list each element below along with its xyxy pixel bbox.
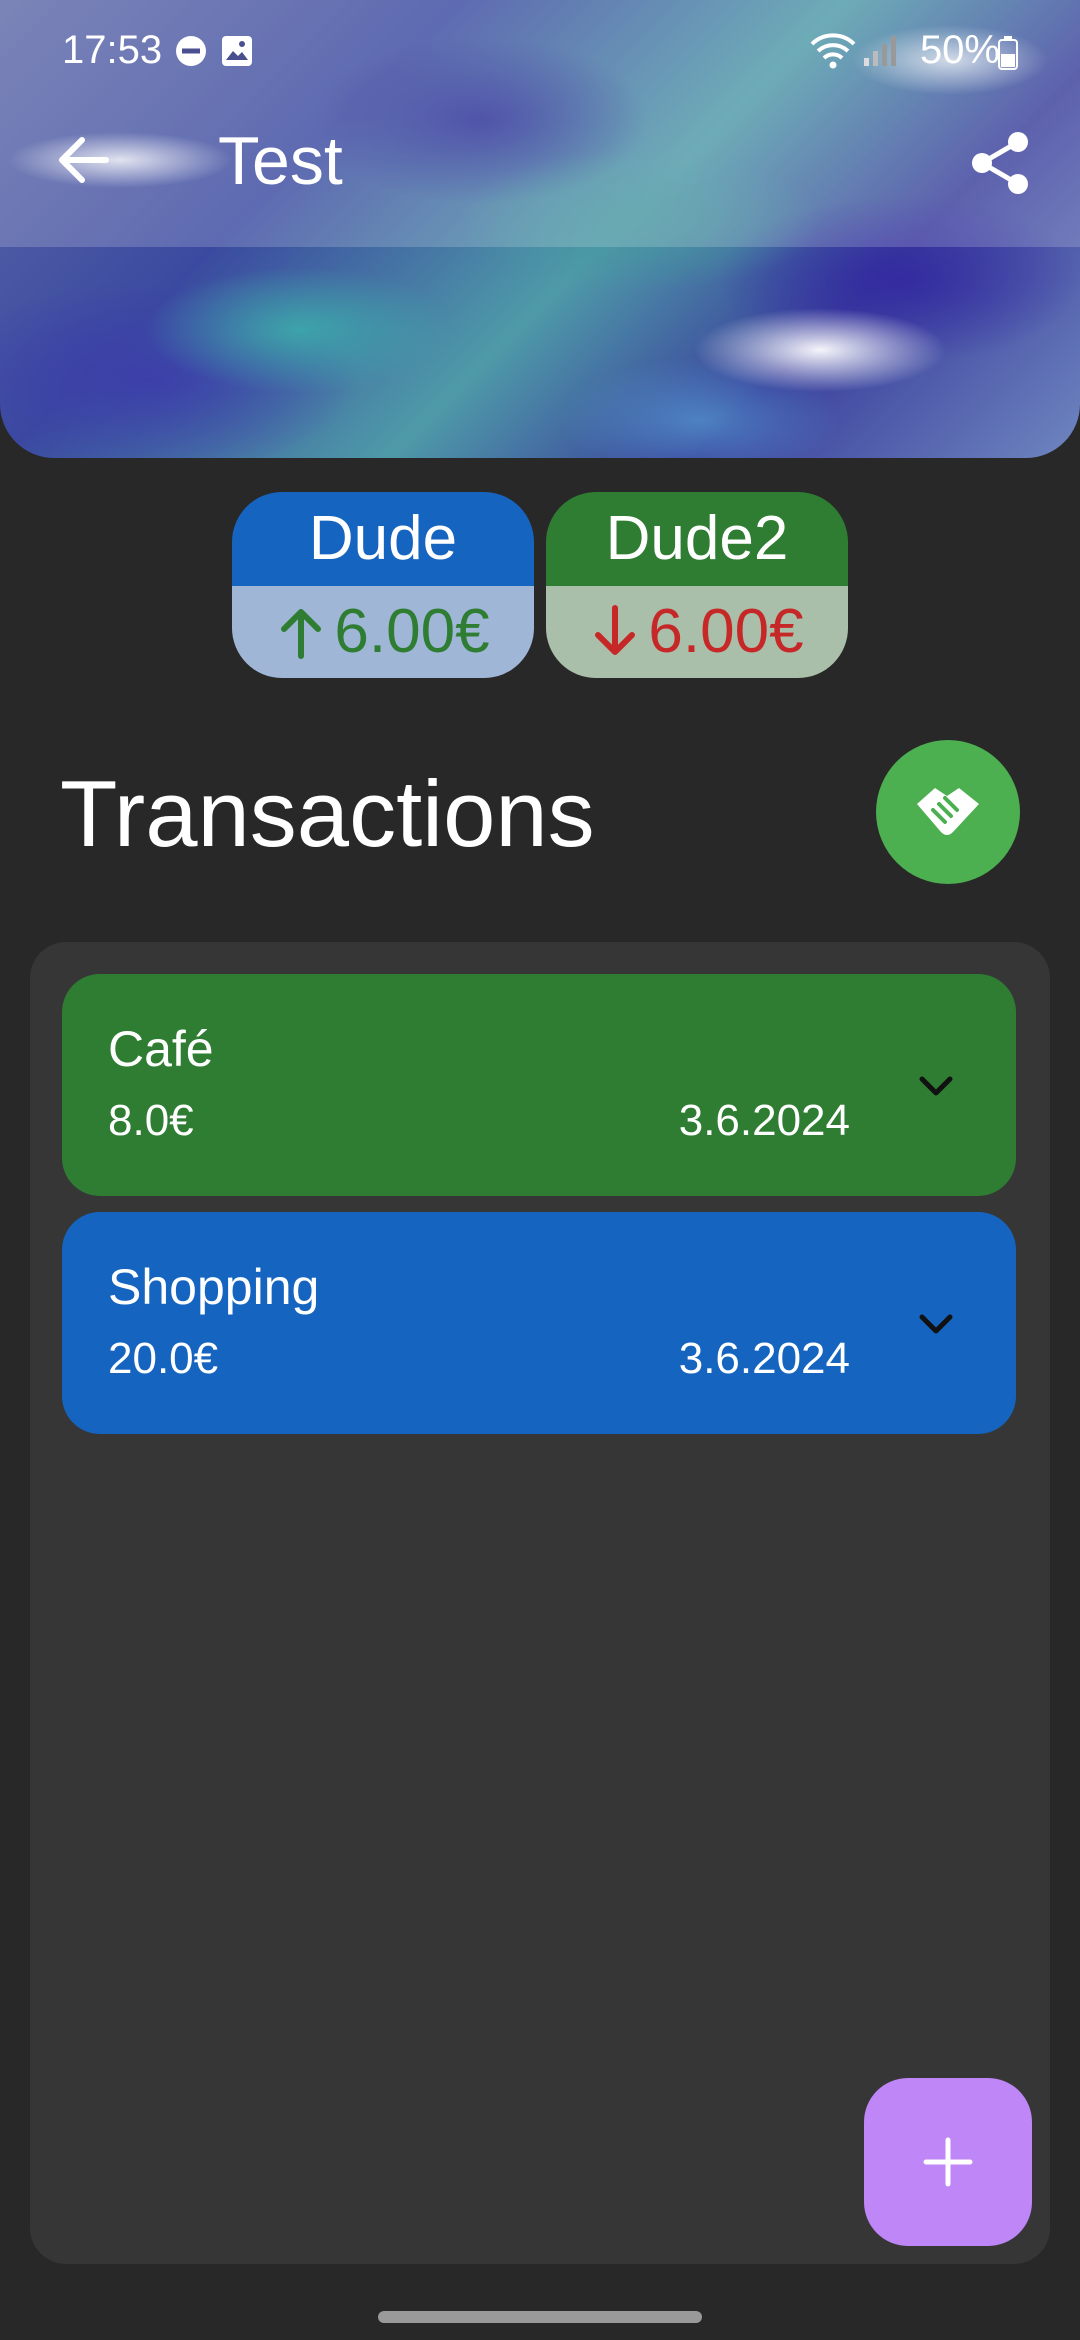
wifi-icon — [808, 32, 858, 75]
transaction-date: 3.6.2024 — [678, 1096, 850, 1145]
status-time: 17:53 — [62, 28, 163, 72]
image-icon — [220, 34, 254, 73]
arrow-left-icon — [59, 137, 109, 183]
balance-name: Dude2 — [546, 492, 848, 586]
dnd-icon — [174, 34, 208, 73]
page-title: Test — [218, 123, 343, 199]
balance-chip-dude[interactable]: Dude 6.00€ — [232, 492, 534, 678]
share-button[interactable] — [968, 130, 1034, 196]
home-indicator[interactable] — [378, 2311, 702, 2323]
plus-icon — [923, 2137, 973, 2187]
settle-up-button[interactable] — [876, 740, 1020, 884]
arrow-up-icon — [281, 609, 322, 659]
arrow-down-icon — [595, 605, 636, 655]
share-icon — [972, 132, 1028, 194]
add-transaction-button[interactable] — [864, 2078, 1032, 2246]
battery-icon — [998, 36, 1018, 75]
balance-amount: 6.00€ — [648, 597, 804, 666]
balance-amount-row: 6.00€ — [546, 586, 848, 678]
balance-chip-dude2[interactable]: Dude2 6.00€ — [546, 492, 848, 678]
balance-amount: 6.00€ — [334, 597, 490, 666]
chevron-down-icon[interactable] — [912, 1062, 960, 1110]
transaction-card[interactable]: Café 8.0€ 3.6.2024 — [62, 974, 1016, 1196]
transaction-title: Café — [108, 1021, 214, 1077]
chevron-down-icon[interactable] — [912, 1300, 960, 1348]
transaction-card[interactable]: Shopping 20.0€ 3.6.2024 — [62, 1212, 1016, 1434]
status-bar: 17:53 50% — [0, 0, 1080, 100]
signal-icon — [862, 34, 898, 73]
transaction-amount: 8.0€ — [108, 1096, 194, 1145]
section-title: Transactions — [60, 761, 595, 866]
transaction-title: Shopping — [108, 1259, 320, 1315]
transaction-amount: 20.0€ — [108, 1334, 219, 1383]
handshake-icon — [917, 788, 979, 835]
battery-percentage: 50% — [919, 28, 1000, 72]
transactions-panel: Café 8.0€ 3.6.2024 Shopping 20.0€ 3.6.20… — [30, 942, 1050, 2264]
balance-name: Dude — [232, 492, 534, 586]
balance-amount-row: 6.00€ — [232, 586, 534, 678]
back-button[interactable] — [52, 128, 116, 192]
transaction-date: 3.6.2024 — [678, 1334, 850, 1383]
app-screen: 17:53 50% Test Dude 6.00€ Dude2 6.00€ Tr… — [0, 0, 1080, 2340]
